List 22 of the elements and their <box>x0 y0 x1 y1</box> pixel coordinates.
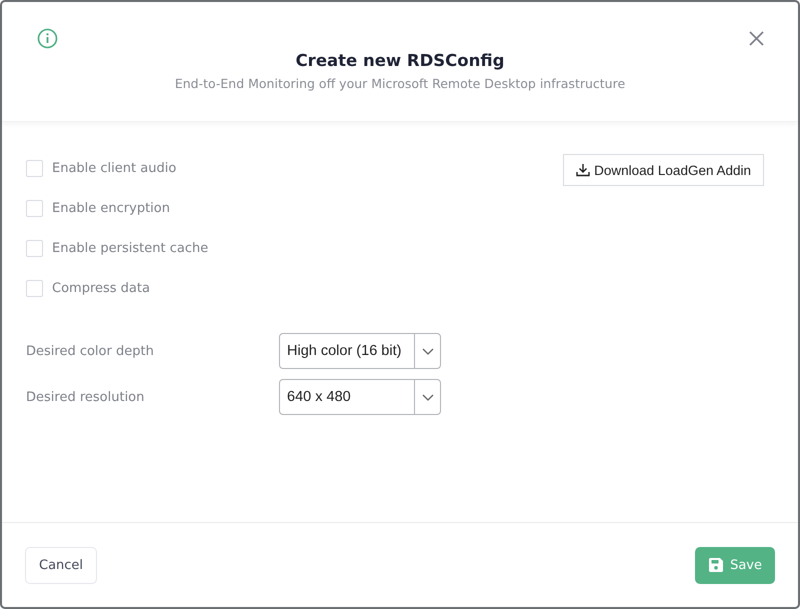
checkbox[interactable] <box>26 160 43 176</box>
field-label: Desired resolution <box>26 390 146 404</box>
checkbox[interactable] <box>26 200 43 216</box>
info-icon <box>37 28 58 49</box>
checkbox-label: Enable persistent cache <box>52 240 208 256</box>
download-icon <box>576 163 590 177</box>
checkbox[interactable] <box>26 240 43 256</box>
close-button[interactable] <box>749 31 764 46</box>
checkbox[interactable] <box>26 280 43 296</box>
dialog-title: Create new RDSConfig <box>296 51 504 70</box>
checkbox-label: Enable encryption <box>52 200 170 216</box>
dropdown[interactable]: High color (16 bit) <box>279 333 441 369</box>
chevron-down-icon <box>422 394 434 400</box>
field-label: Desired color depth <box>26 344 155 358</box>
dropdown[interactable]: 640 x 480 <box>279 379 441 415</box>
checkbox-label: Compress data <box>52 280 150 296</box>
close-icon <box>749 31 764 46</box>
cancel-button[interactable]: Cancel <box>25 546 98 584</box>
chevron-down-icon <box>422 348 434 354</box>
download-button[interactable]: Download LoadGen Addin <box>563 154 764 186</box>
dialog-subtitle: End-to-End Monitoring off your Microsoft Remote Desktop infrastructure <box>174 76 626 91</box>
checkbox-label: Enable client audio <box>52 160 176 176</box>
